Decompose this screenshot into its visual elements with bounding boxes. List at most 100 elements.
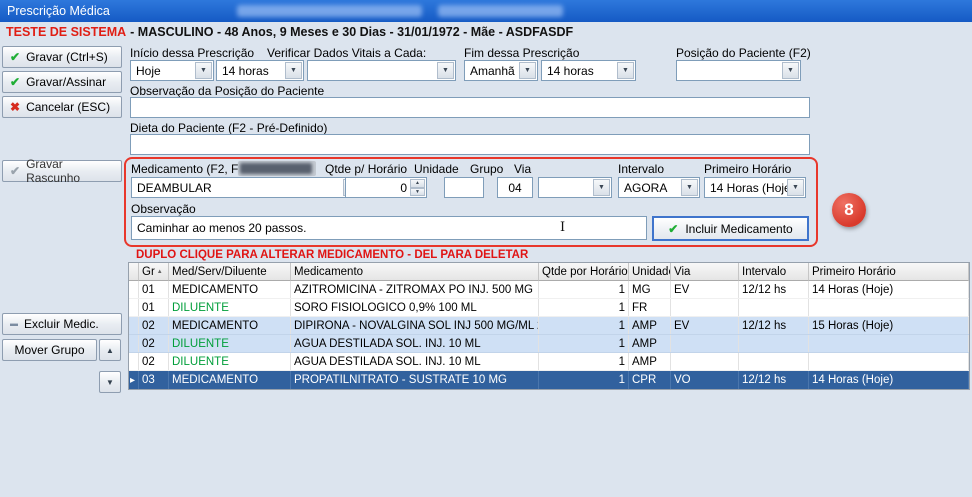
obs-posicao-label: Observação da Posição do Paciente: [130, 84, 324, 98]
via-label: Via: [514, 162, 531, 176]
chevron-down-icon[interactable]: ▼: [519, 62, 536, 79]
fim-day-select[interactable]: Amanhã ▼: [464, 60, 538, 81]
cell-via: VO: [671, 371, 739, 389]
cell-medicamento: AZITROMICINA - ZITROMAX PO INJ. 500 MG: [291, 281, 539, 298]
table-row[interactable]: 01 MEDICAMENTO AZITROMICINA - ZITROMAX P…: [129, 281, 969, 299]
table-row-selected[interactable]: ▸ 03 MEDICAMENTO PROPATILNITRATO - SUSTR…: [129, 371, 969, 389]
cancelar-button-label: Cancelar (ESC): [26, 100, 110, 114]
stepper-up-icon[interactable]: ▲: [410, 179, 425, 188]
column-header-label: Qtde por Horário: [542, 266, 628, 278]
column-header-label: Unidade: [632, 266, 671, 278]
observacao-value: Caminhar ao menos 20 passos.: [137, 221, 306, 235]
obs-posicao-input[interactable]: [130, 97, 810, 118]
row-selector-cell: [129, 299, 139, 316]
cell-via: [671, 353, 739, 370]
observacao-input[interactable]: Caminhar ao menos 20 passos.: [131, 216, 647, 240]
column-header-gr[interactable]: Gr ▲: [139, 263, 169, 281]
column-header-unidade[interactable]: Unidade: [629, 263, 671, 281]
move-up-button[interactable]: ▲: [99, 339, 121, 361]
cell-tipo: MEDICAMENTO: [169, 281, 291, 298]
cell-medicamento: PROPATILNITRATO - SUSTRATE 10 MG: [291, 371, 539, 389]
check-icon: ✔: [10, 76, 20, 88]
column-header-gr-label: Gr: [142, 266, 155, 278]
minus-icon: ▬: [10, 320, 18, 328]
excluir-medic-button[interactable]: ▬ Excluir Medic.: [2, 313, 122, 335]
grupo-label: Grupo: [470, 162, 503, 176]
table-row[interactable]: 02 DILUENTE AGUA DESTILADA SOL. INJ. 10 …: [129, 335, 969, 353]
posicao-paciente-label: Posição do Paciente (F2): [676, 46, 811, 60]
sort-asc-icon: ▲: [157, 269, 163, 275]
cell-medicamento: SORO FISIOLOGICO 0,9% 100 ML: [291, 299, 539, 316]
column-header-label: Medicamento: [294, 266, 363, 278]
posicao-paciente-select[interactable]: ▼: [676, 60, 801, 81]
cell-intervalo: 12/12 hs: [739, 371, 809, 389]
column-header-qtde[interactable]: Qtde por Horário: [539, 263, 629, 281]
annotation-badge-number: 8: [844, 200, 853, 220]
chevron-down-icon[interactable]: ▼: [285, 62, 302, 79]
mover-grupo-button[interactable]: Mover Grupo: [2, 339, 97, 361]
fim-day-value: Amanhã: [470, 64, 515, 78]
chevron-down-icon[interactable]: ▼: [617, 62, 634, 79]
cell-gr: 03: [139, 371, 169, 389]
incluir-medicamento-button[interactable]: ✔ Incluir Medicamento: [652, 216, 809, 241]
fim-time-select[interactable]: 14 horas ▼: [541, 60, 636, 81]
gravar-button[interactable]: ✔ Gravar (Ctrl+S): [2, 46, 122, 68]
cell-qtde: 1: [539, 353, 629, 370]
gravar-rascunho-button[interactable]: ✔ Gravar Rascunho: [2, 160, 122, 182]
stepper-down-icon[interactable]: ▼: [410, 188, 425, 197]
cell-primeiro-horario: 15 Horas (Hoje): [809, 317, 969, 334]
patient-name: TESTE DE SISTEMA: [6, 25, 126, 39]
medicamento-label: Medicamento (F2, F6): [131, 162, 249, 176]
medication-table[interactable]: Gr ▲ Med/Serv/Diluente Medicamento Qtde …: [128, 262, 970, 390]
dieta-input[interactable]: [130, 134, 810, 155]
column-header-med-serv-diluente[interactable]: Med/Serv/Diluente: [169, 263, 291, 281]
redacted-text: [240, 163, 312, 174]
gravar-assinar-button-label: Gravar/Assinar: [26, 75, 106, 89]
table-row[interactable]: 02 DILUENTE AGUA DESTILADA SOL. INJ. 10 …: [129, 353, 969, 371]
unidade-input[interactable]: [444, 177, 484, 198]
move-down-button[interactable]: ▼: [99, 371, 121, 393]
cell-via: [671, 335, 739, 352]
qtde-value: 0: [400, 181, 407, 195]
via-select[interactable]: ▼: [538, 177, 612, 198]
dieta-label: Dieta do Paciente (F2 - Pré-Definido): [130, 121, 327, 135]
chevron-down-icon[interactable]: ▼: [593, 179, 610, 196]
titlebar[interactable]: Prescrição Médica: [0, 0, 972, 22]
prescricao-medica-window: Prescrição Médica TESTE DE SISTEMA - MAS…: [0, 0, 972, 497]
arrow-up-icon: ▲: [106, 346, 114, 355]
cell-unidade: AMP: [629, 353, 671, 370]
medicamento-select[interactable]: DEAMBULAR ▼: [131, 177, 362, 198]
row-selector-cell: [129, 335, 139, 352]
column-header-medicamento[interactable]: Medicamento: [291, 263, 539, 281]
chevron-down-icon[interactable]: ▼: [195, 62, 212, 79]
observacao-label: Observação: [131, 202, 196, 216]
inicio-day-select[interactable]: Hoje ▼: [130, 60, 214, 81]
column-header-via[interactable]: Via: [671, 263, 739, 281]
column-header-intervalo[interactable]: Intervalo: [739, 263, 809, 281]
primeiro-horario-select[interactable]: 14 Horas (Hoje) ▼: [704, 177, 806, 198]
intervalo-label: Intervalo: [618, 162, 664, 176]
cell-gr: 02: [139, 317, 169, 334]
chevron-down-icon[interactable]: ▼: [787, 179, 804, 196]
chevron-down-icon[interactable]: ▼: [782, 62, 799, 79]
cell-qtde: 1: [539, 317, 629, 334]
table-row[interactable]: 02 MEDICAMENTO DIPIRONA - NOVALGINA SOL …: [129, 317, 969, 335]
table-header-row: Gr ▲ Med/Serv/Diluente Medicamento Qtde …: [129, 263, 969, 281]
stepper-buttons: ▲ ▼: [410, 179, 425, 196]
chevron-down-icon[interactable]: ▼: [437, 62, 454, 79]
grupo-input[interactable]: 04: [497, 177, 533, 198]
cancelar-button[interactable]: ✖ Cancelar (ESC): [2, 96, 122, 118]
patient-info-bar: TESTE DE SISTEMA - MASCULINO - 48 Anos, …: [0, 22, 972, 42]
dados-vitais-select[interactable]: ▼: [307, 60, 456, 81]
gravar-assinar-button[interactable]: ✔ Gravar/Assinar: [2, 71, 122, 93]
cell-intervalo: 12/12 hs: [739, 281, 809, 298]
cell-via: [671, 299, 739, 316]
inicio-time-select[interactable]: 14 horas ▼: [216, 60, 304, 81]
table-row[interactable]: 01 DILUENTE SORO FISIOLOGICO 0,9% 100 ML…: [129, 299, 969, 317]
chevron-down-icon[interactable]: ▼: [681, 179, 698, 196]
column-header-primeiro-horario[interactable]: Primeiro Horário: [809, 263, 969, 281]
intervalo-select[interactable]: AGORA ▼: [618, 177, 700, 198]
qtde-stepper[interactable]: 0 ▲ ▼: [345, 177, 427, 198]
inicio-day-value: Hoje: [136, 64, 161, 78]
cell-unidade: MG: [629, 281, 671, 298]
